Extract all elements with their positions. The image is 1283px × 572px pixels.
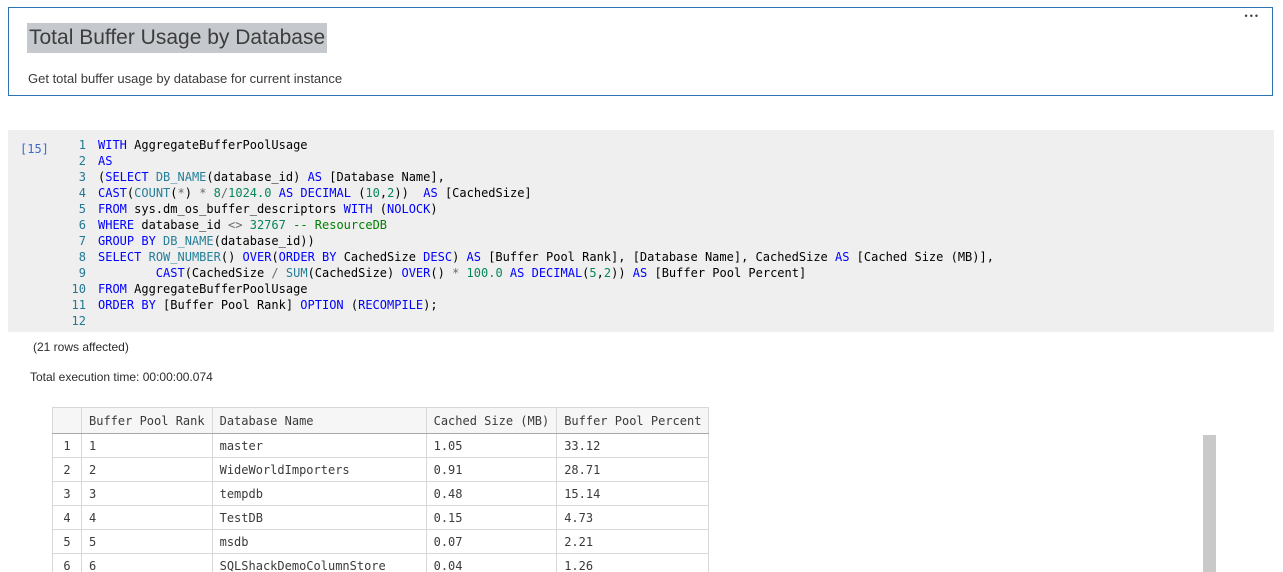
code-line[interactable]: 4 CAST(COUNT(*) * 8/1024.0 AS DECIMAL (10… <box>64 185 1270 201</box>
row-number-cell[interactable]: 5 <box>52 529 82 554</box>
code-line[interactable]: 1 WITH AggregateBufferPoolUsage <box>64 137 1270 153</box>
notebook-page: Total Buffer Usage by Database Get total… <box>0 0 1283 572</box>
code-line[interactable]: 2 AS <box>64 153 1270 169</box>
column-header[interactable] <box>52 407 82 434</box>
code-cell[interactable]: [15] 1 WITH AggregateBufferPoolUsage 2 AS 3 (… <box>8 130 1274 332</box>
table-cell[interactable]: tempdb <box>211 481 427 506</box>
code-text: SELECT ROW_NUMBER() OVER(ORDER BY Cached… <box>98 250 994 264</box>
row-number-cell[interactable]: 2 <box>52 457 82 482</box>
table-row[interactable]: 1 1 master 1.05 33.12 <box>52 433 710 458</box>
code-line[interactable]: 10 FROM AggregateBufferPoolUsage <box>64 281 1270 297</box>
code-text: WITH AggregateBufferPoolUsage <box>98 138 308 152</box>
table-cell[interactable]: 15.14 <box>556 481 710 506</box>
line-number: 2 <box>78 154 86 168</box>
code-line[interactable]: 5 FROM sys.dm_os_buffer_descriptors WITH … <box>64 201 1270 217</box>
table-cell[interactable]: 1.26 <box>556 553 710 572</box>
row-number-cell[interactable]: 6 <box>52 553 82 572</box>
execution-count: [15] <box>20 142 49 156</box>
line-number: 8 <box>78 250 86 264</box>
table-cell[interactable]: 3 <box>81 481 213 506</box>
code-text: CAST(CachedSize / SUM(CachedSize) OVER()… <box>155 266 807 280</box>
table-row[interactable]: 5 5 msdb 0.07 2.21 <box>52 529 710 554</box>
table-cell[interactable]: master <box>211 433 427 458</box>
table-body: 1 1 master 1.05 33.12 2 2 WideWorldImporters 0.9… <box>52 433 710 572</box>
code-line[interactable]: 7 GROUP BY DB_NAME(database_id)) <box>64 233 1270 249</box>
code-text: CAST(COUNT(*) * 8/1024.0 AS DECIMAL (10,… <box>98 186 532 200</box>
table-cell[interactable]: 4 <box>81 505 213 530</box>
line-number: 6 <box>78 218 86 232</box>
line-number: 3 <box>78 170 86 184</box>
line-number: 11 <box>71 298 86 312</box>
table-cell[interactable]: TestDB <box>211 505 427 530</box>
table-cell[interactable]: 33.12 <box>556 433 710 458</box>
row-number-cell[interactable]: 1 <box>52 433 82 458</box>
line-number: 4 <box>78 186 86 200</box>
table-cell[interactable]: 28.71 <box>556 457 710 482</box>
table-cell[interactable]: SQLShackDemoColumnStore <box>211 553 427 572</box>
table-row[interactable]: 3 3 tempdb 0.48 15.14 <box>52 481 710 506</box>
row-number-cell[interactable]: 3 <box>52 481 82 506</box>
code-line[interactable]: 12 <box>64 313 1270 329</box>
more-actions-button[interactable]: ••• <box>1241 8 1264 24</box>
line-number: 7 <box>78 234 86 248</box>
line-number: 12 <box>71 314 86 328</box>
code-text: FROM AggregateBufferPoolUsage <box>98 282 308 296</box>
page-subtitle: Get total buffer usage by database for c… <box>28 71 343 86</box>
code-text: (SELECT DB_NAME(database_id) AS [Databas… <box>98 170 445 184</box>
table-cell[interactable]: 6 <box>81 553 213 572</box>
rows-affected-message: (21 rows affected) <box>33 340 129 354</box>
code-line[interactable]: 9 CAST(CachedSize / SUM(CachedSize) OVER… <box>64 265 1270 281</box>
column-header[interactable]: Database Name <box>211 407 427 434</box>
text-cell[interactable]: Total Buffer Usage by Database Get total… <box>8 7 1273 96</box>
code-line[interactable]: 3 (SELECT DB_NAME(database_id) AS [Databa… <box>64 169 1270 185</box>
column-header[interactable]: Buffer Pool Rank <box>81 407 213 434</box>
table-cell[interactable]: 5 <box>81 529 213 554</box>
table-cell[interactable]: 0.04 <box>425 553 558 572</box>
code-text: FROM sys.dm_os_buffer_descriptors WITH (… <box>98 202 438 216</box>
column-header[interactable]: Buffer Pool Percent <box>556 407 710 434</box>
table-cell[interactable]: 0.91 <box>425 457 558 482</box>
line-number: 5 <box>78 202 86 216</box>
ellipsis-icon: ••• <box>1244 11 1260 21</box>
line-number: 10 <box>71 282 86 296</box>
table-cell[interactable]: 1.05 <box>425 433 558 458</box>
table-cell[interactable]: 2.21 <box>556 529 710 554</box>
line-number: 9 <box>78 266 86 280</box>
table-row[interactable]: 2 2 WideWorldImporters 0.91 28.71 <box>52 457 710 482</box>
code-line[interactable]: 6 WHERE database_id <> 32767 -- ResourceD… <box>64 217 1270 233</box>
table-cell[interactable]: 2 <box>81 457 213 482</box>
code-line[interactable]: 8 SELECT ROW_NUMBER() OVER(ORDER BY Cache… <box>64 249 1270 265</box>
code-editor[interactable]: 1 WITH AggregateBufferPoolUsage 2 AS 3 (SELEC… <box>64 137 1270 329</box>
header-row: Buffer Pool Rank Database Name Cached Size… <box>52 407 710 434</box>
table-cell[interactable]: 0.15 <box>425 505 558 530</box>
table-cell[interactable]: msdb <box>211 529 427 554</box>
code-text: WHERE database_id <> 32767 -- ResourceDB <box>98 218 388 232</box>
code-text: ORDER BY [Buffer Pool Rank] OPTION (RECO… <box>98 298 438 312</box>
table-header: Buffer Pool Rank Database Name Cached Size… <box>52 407 710 434</box>
page-title-selected-text: Total Buffer Usage by Database <box>27 23 328 53</box>
table-cell[interactable]: 0.48 <box>425 481 558 506</box>
vertical-scrollbar-thumb[interactable] <box>1203 435 1216 572</box>
table-cell[interactable]: WideWorldImporters <box>211 457 427 482</box>
table-row[interactable]: 6 6 SQLShackDemoColumnStore 0.04 1.26 <box>52 553 710 572</box>
code-text: AS <box>98 154 113 168</box>
table-cell[interactable]: 4.73 <box>556 505 710 530</box>
table-cell[interactable]: 1 <box>81 433 213 458</box>
execution-time-message: Total execution time: 00:00:00.074 <box>30 370 213 384</box>
table-row[interactable]: 4 4 TestDB 0.15 4.73 <box>52 505 710 530</box>
column-header[interactable]: Cached Size (MB) <box>425 407 558 434</box>
table-cell[interactable]: 0.07 <box>425 529 558 554</box>
row-number-cell[interactable]: 4 <box>52 505 82 530</box>
page-title: Total Buffer Usage by Database <box>27 23 328 53</box>
code-text: GROUP BY DB_NAME(database_id)) <box>98 234 315 248</box>
results-grid[interactable]: Buffer Pool Rank Database Name Cached Size… <box>52 407 710 572</box>
line-number: 1 <box>78 138 86 152</box>
code-line[interactable]: 11 ORDER BY [Buffer Pool Rank] OPTION (RE… <box>64 297 1270 313</box>
results-table: Buffer Pool Rank Database Name Cached Size… <box>52 407 710 572</box>
